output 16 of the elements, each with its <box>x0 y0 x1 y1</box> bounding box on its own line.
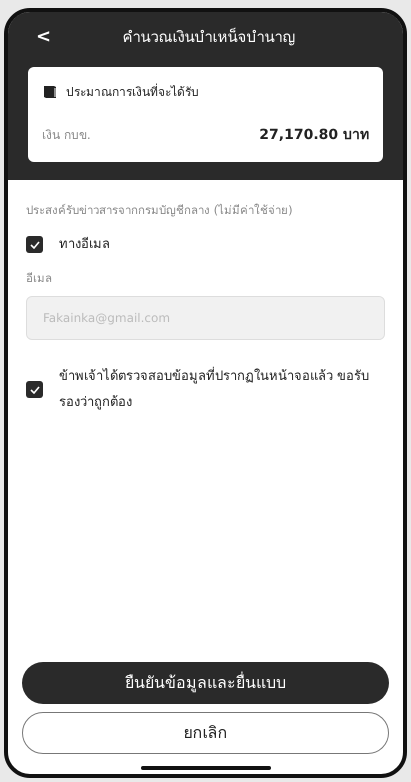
checkbox-label: ทางอีเมล <box>59 236 110 254</box>
section-heading: ประสงค์รับข่าวสารจากกรมบัญชีกลาง (ไม่มีค่าใช้จ่าย) <box>26 202 294 218</box>
cancel-button[interactable]: ยกเลิก <box>22 712 389 754</box>
back-button[interactable]: < <box>28 28 60 46</box>
check-icon <box>30 240 40 248</box>
check-icon <box>30 386 40 394</box>
email-checkbox[interactable] <box>26 236 43 253</box>
confirm-button[interactable]: ยืนยันข้อมูลและยื่นแบบ <box>22 662 389 704</box>
consent-checkbox[interactable] <box>26 381 43 398</box>
amount-value: 27,170.80 บาท <box>259 126 369 144</box>
book-icon <box>42 84 58 98</box>
email-label: อีเมล <box>26 270 53 288</box>
amount-label: เงิน กบข. <box>42 127 91 144</box>
screen-title: คำนวณเงินบำเหน็จบำนาญ <box>122 26 297 48</box>
consent-text: ข้าพเจ้าได้ตรวจสอบข้อมูลที่ปรากฏในหน้าจอแล้ว ขอรับรองว่าถูกต้อง <box>59 366 370 412</box>
card-title: ประมาณการเงินที่จะได้รับ <box>66 82 199 100</box>
